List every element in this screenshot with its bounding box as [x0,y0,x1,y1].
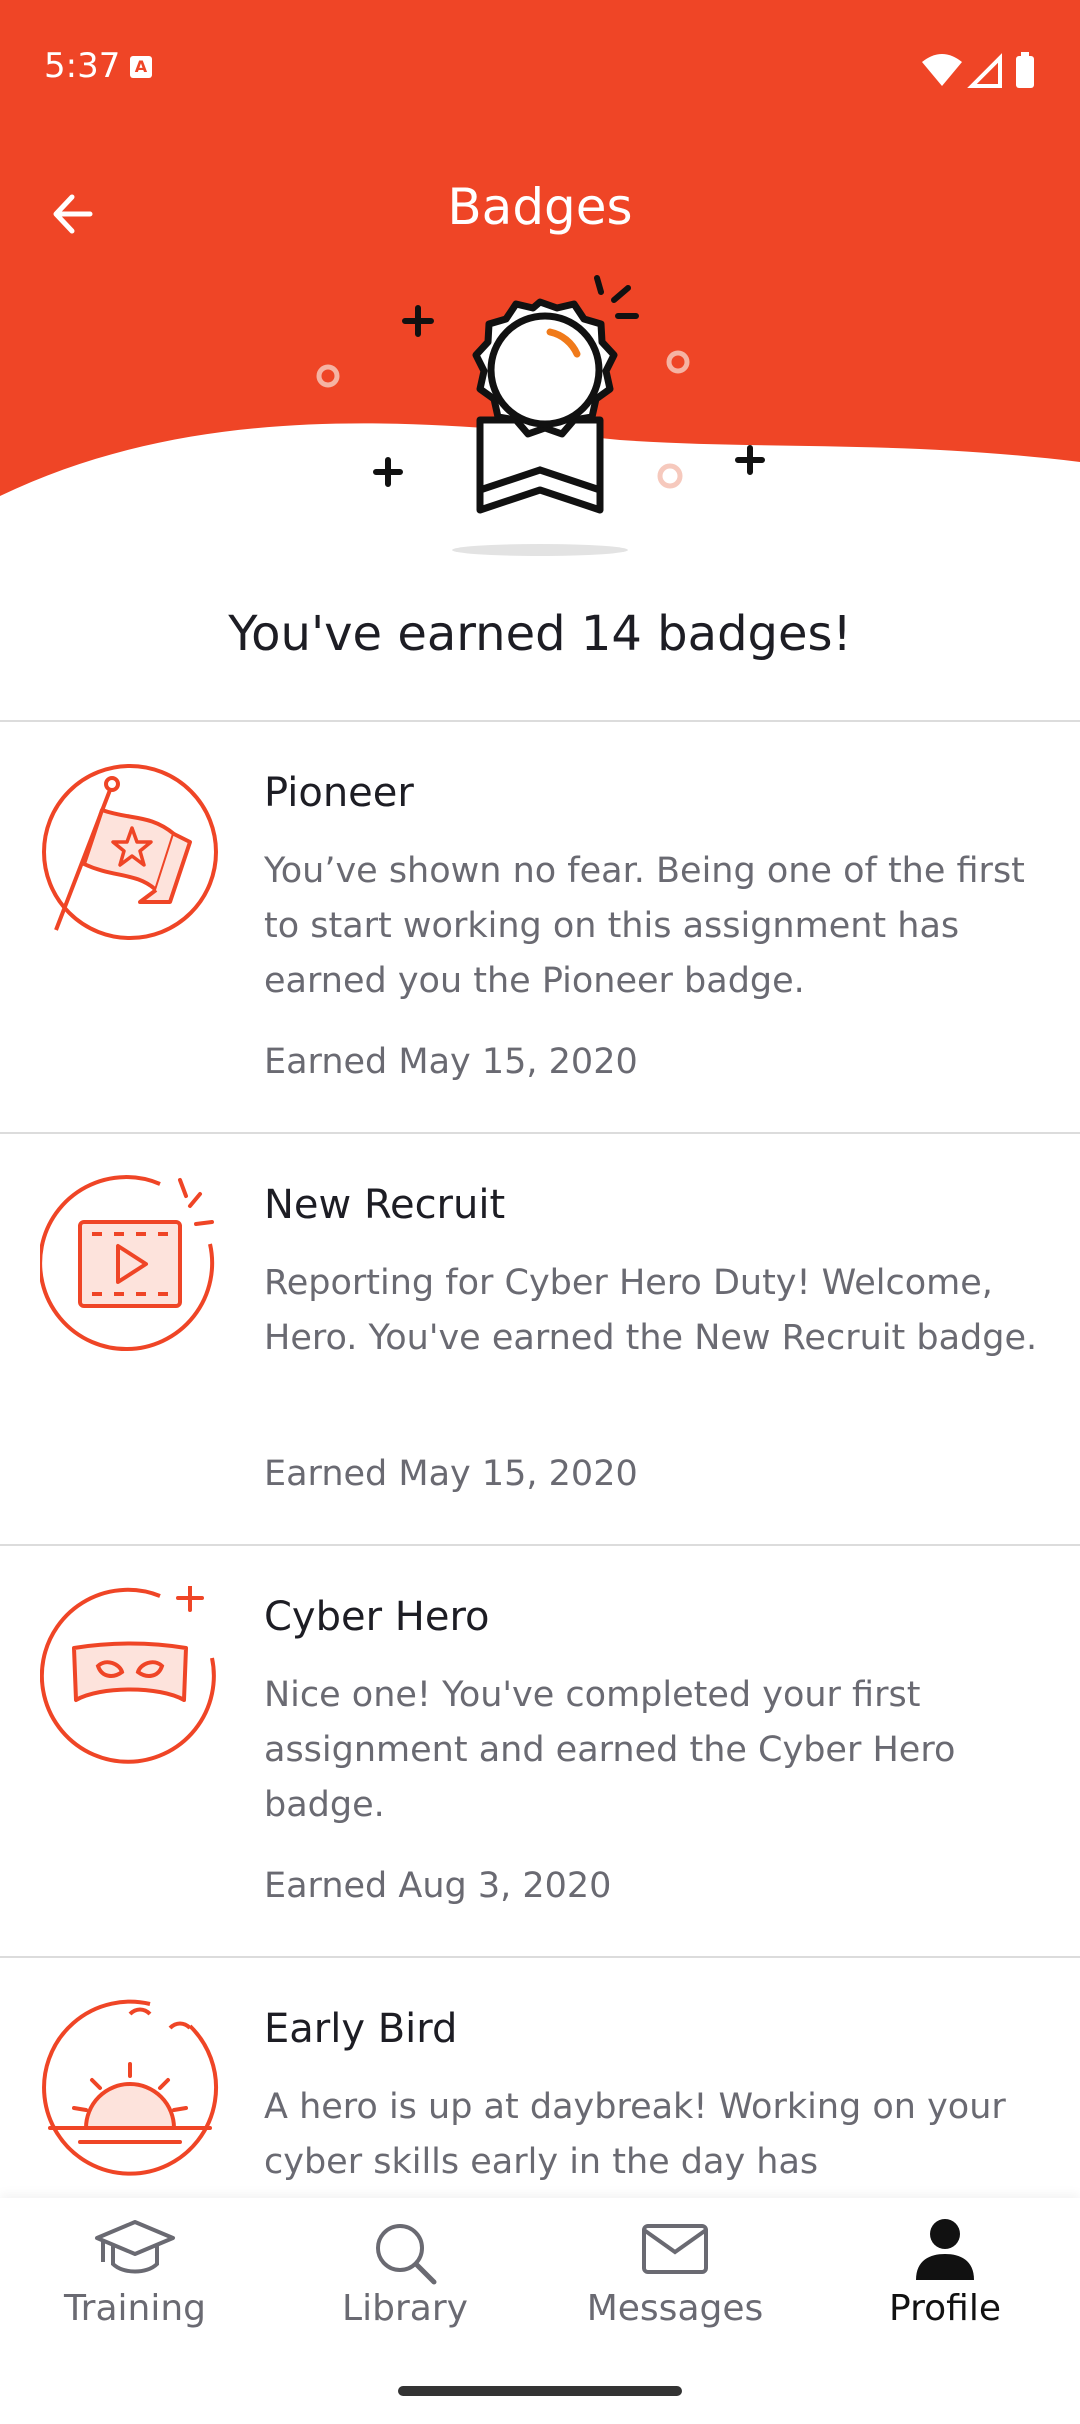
graduation-cap-icon [95,2220,175,2274]
nav-label-library: Library [342,2288,468,2329]
badges-earned-summary: You've earned 14 badges! [228,606,852,662]
mask-icon [40,1586,216,1764]
badge-item-new-recruit[interactable]: New Recruit Reporting for Cyber Hero Dut… [0,1134,1080,1544]
badge-description: You’ve shown no fear. Being one of the f… [264,851,1025,1001]
badge-name: Pioneer [264,770,414,816]
badge-earned-date: Earned Aug 3, 2020 [264,1866,612,1906]
badge-name: Early Bird [264,2006,458,2052]
nav-item-library[interactable]: Library [270,2218,540,2368]
notification-icon: A [130,56,152,78]
envelope-icon [642,2224,708,2274]
status-icons [922,52,1034,88]
badge-description: A hero is up at daybreak! Working on you… [264,2087,1006,2182]
badge-name: New Recruit [264,1182,506,1228]
award-ribbon-icon [316,275,765,556]
badge-name: Cyber Hero [264,1594,490,1640]
badge-item-pioneer[interactable]: Pioneer You’ve shown no fear. Being one … [0,722,1080,1132]
page-title: Badges [447,178,633,236]
badge-description: Reporting for Cyber Hero Duty! Welcome, … [264,1263,1038,1358]
nav-item-training[interactable]: Training [0,2218,270,2368]
person-icon [916,2219,974,2280]
nav-item-profile[interactable]: Profile [810,2218,1080,2368]
video-icon [40,1175,215,1352]
badge-earned-date: Earned May 15, 2020 [264,1454,638,1494]
header: 5:37 A Badges [0,0,1080,620]
nav-label-profile: Profile [889,2288,1001,2329]
badge-item-cyber-hero[interactable]: Cyber Hero Nice one! You've completed yo… [0,1546,1080,1956]
nav-label-training: Training [63,2288,207,2329]
sunrise-icon [42,1999,219,2176]
badge-earned-date: Earned May 15, 2020 [264,1042,638,1082]
badge-description: Nice one! You've completed your first as… [264,1675,956,1825]
nav-item-messages[interactable]: Messages [540,2218,810,2368]
search-icon [376,2224,437,2285]
home-indicator[interactable] [398,2386,682,2396]
flag-icon [42,764,218,940]
nav-label-messages: Messages [586,2288,764,2329]
status-time: 5:37 [44,46,121,86]
